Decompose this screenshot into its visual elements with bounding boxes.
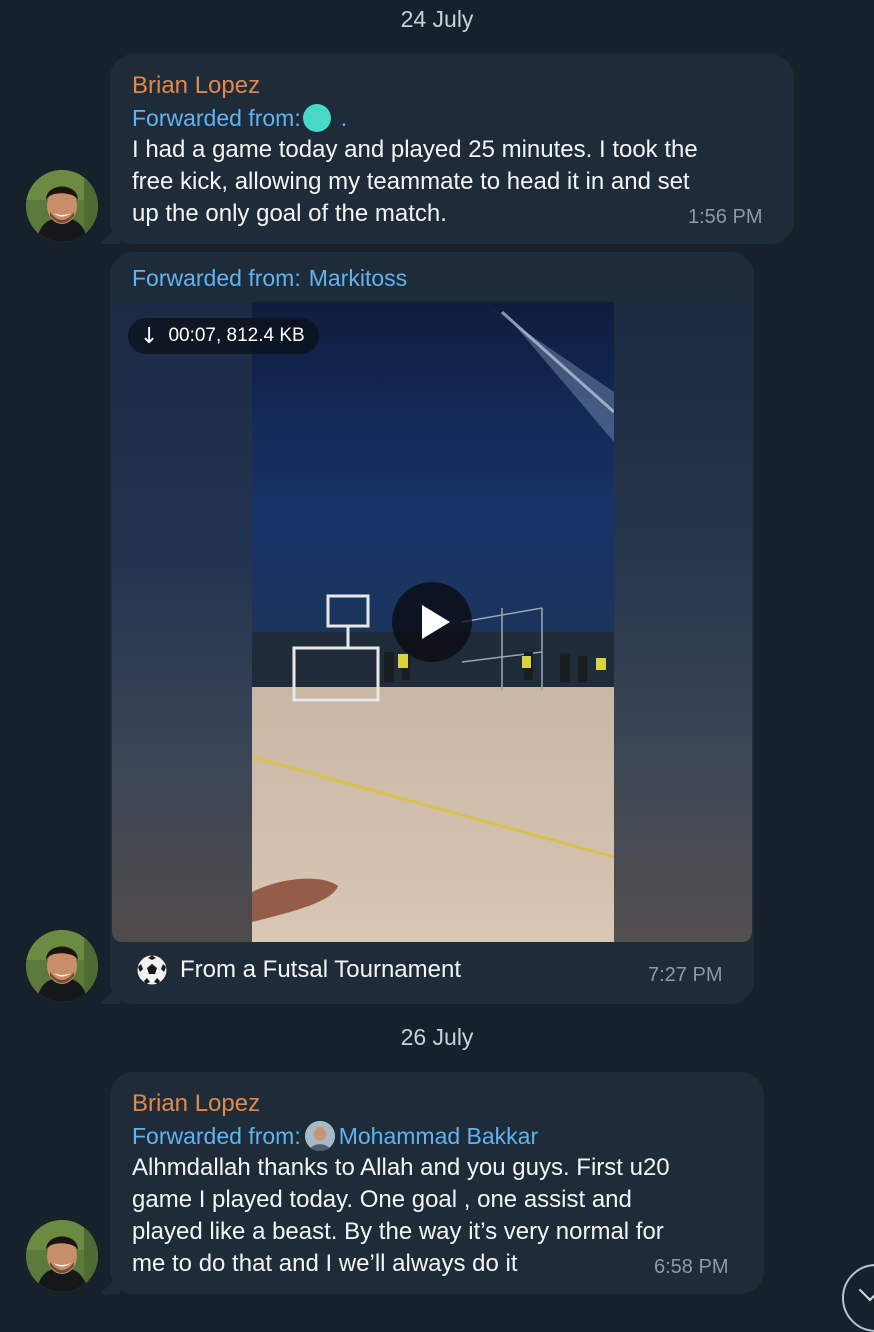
message-time: 7:27 PM [648,964,723,986]
message-time: 6:58 PM [654,1256,729,1278]
arrow-down-icon[interactable]: ↓ [140,324,158,349]
video-blur-right [612,302,752,942]
forwarded-from[interactable]: Forwarded from: Mohammad Bakkar [132,1120,670,1152]
video-caption: From a Futsal Tournament [136,954,461,986]
forwarded-label: Forwarded from: [132,265,301,291]
forward-source-avatar[interactable] [302,104,331,132]
forward-source-name[interactable]: . [341,102,347,134]
forward-source-name[interactable]: Markitoss [309,262,407,294]
forward-source-name[interactable]: Mohammad Bakkar [339,1120,538,1152]
avatar[interactable] [26,930,98,1002]
forwarded-from[interactable]: Forwarded from: . [132,102,698,134]
forwarded-label: Forwarded from: [132,1123,301,1149]
message-time: 1:56 PM [688,206,763,228]
message-text: Alhmdallah thanks to Allah and you guys.… [132,1154,670,1277]
sender-name[interactable]: Brian Lopez [132,1088,670,1120]
chevron-down-icon [858,1278,874,1302]
message-bubble[interactable]: Brian Lopez Forwarded from: . I had a ga… [110,54,794,244]
avatar[interactable] [26,1220,98,1292]
scroll-down-button[interactable] [842,1264,874,1332]
video-duration-size: 00:07, 812.4 KB [168,325,305,346]
forwarded-from[interactable]: Forwarded from: Markitoss [132,262,407,294]
sender-name[interactable]: Brian Lopez [132,70,698,102]
soccer-ball-icon [136,954,168,986]
play-icon[interactable] [392,582,472,662]
date-separator: 24 July [400,6,474,32]
forwarded-label: Forwarded from: [132,105,301,131]
video-blur-left [112,302,252,942]
message-text: I had a game today and played 25 minutes… [132,136,698,227]
avatar[interactable] [26,170,98,242]
video-info-badge[interactable]: ↓ 00:07, 812.4 KB [128,318,319,354]
forward-source-avatar[interactable] [304,1121,335,1151]
date-separator: 26 July [400,1024,474,1050]
message-bubble[interactable]: Brian Lopez Forwarded from: Mohammad Bak… [110,1072,764,1294]
caption-text: From a Futsal Tournament [180,956,462,983]
